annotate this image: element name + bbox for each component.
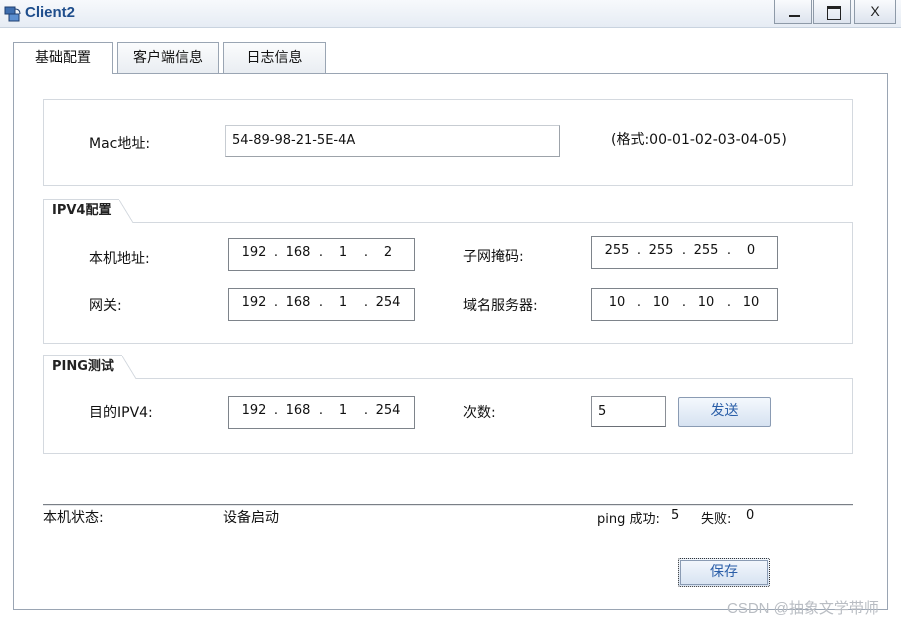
mac-address-input[interactable]: 54-89-98-21-5E-4A xyxy=(225,125,560,157)
dns-label: 域名服务器: xyxy=(463,298,538,314)
ip-octet: 192 xyxy=(241,245,267,260)
window-title: Client2 xyxy=(25,4,76,21)
ip-octet: 10 xyxy=(652,295,670,310)
send-button[interactable]: 发送 xyxy=(678,397,771,427)
save-button[interactable]: 保存 xyxy=(678,558,770,587)
app-icon xyxy=(4,6,21,22)
target-ip-label: 目的IPV4: xyxy=(89,405,153,421)
tab-client-info[interactable]: 客户端信息 xyxy=(117,42,219,73)
watermark: CSDN @抽象文学带师 xyxy=(727,600,879,617)
ip-octet: 255 xyxy=(648,243,674,258)
status-label: 本机状态: xyxy=(43,510,104,526)
ip-octet: 1 xyxy=(338,245,348,260)
count-input[interactable]: 5 xyxy=(591,396,666,427)
maximize-button[interactable] xyxy=(813,0,851,24)
ip-octet: 0 xyxy=(746,243,756,258)
ip-octet: 10 xyxy=(742,295,760,310)
close-button[interactable]: X xyxy=(854,0,896,24)
status-value: 设备启动 xyxy=(223,510,279,526)
gateway-label: 网关: xyxy=(89,298,122,314)
ping-section-title: PING测试 xyxy=(43,355,136,379)
subnet-mask-input[interactable]: 255 . 255 . 255 . 0 xyxy=(591,236,778,269)
host-ip-input[interactable]: 192 . 168 . 1 . 2 xyxy=(228,238,415,271)
minimize-button[interactable] xyxy=(774,0,812,24)
status-divider xyxy=(43,504,853,506)
tab-basic-config[interactable]: 基础配置 xyxy=(13,42,113,74)
ip-octet: 2 xyxy=(383,245,393,260)
ip-octet: 1 xyxy=(338,295,348,310)
count-label: 次数: xyxy=(463,405,496,421)
ping-success-count: 5 xyxy=(671,508,680,523)
ping-fail-count: 0 xyxy=(746,508,755,523)
ip-octet: 10 xyxy=(608,295,626,310)
ip-octet: 192 xyxy=(241,295,267,310)
ip-octet: 10 xyxy=(697,295,715,310)
mac-label: Mac地址: xyxy=(89,136,151,152)
ip-octet: 255 xyxy=(604,243,630,258)
ping-success-label: ping 成功: xyxy=(597,512,660,527)
dns-input[interactable]: 10 . 10 . 10 . 10 xyxy=(591,288,778,321)
ip-octet: 168 xyxy=(285,403,311,418)
ip-octet: 192 xyxy=(241,403,267,418)
ip-octet: 254 xyxy=(375,403,401,418)
ip-octet: 168 xyxy=(285,295,311,310)
target-ip-input[interactable]: 192 . 168 . 1 . 254 xyxy=(228,396,415,429)
ip-octet: 255 xyxy=(693,243,719,258)
ping-fail-label: 失败: xyxy=(701,512,732,527)
ipv4-section-title: IPV4配置 xyxy=(43,199,135,223)
ip-octet: 168 xyxy=(285,245,311,260)
gateway-input[interactable]: 192 . 168 . 1 . 254 xyxy=(228,288,415,321)
tab-log-info[interactable]: 日志信息 xyxy=(223,42,326,73)
ip-octet: 254 xyxy=(375,295,401,310)
ip-octet: 1 xyxy=(338,403,348,418)
host-ip-label: 本机地址: xyxy=(89,251,150,267)
mac-format-hint: (格式:00-01-02-03-04-05) xyxy=(611,132,787,148)
subnet-mask-label: 子网掩码: xyxy=(463,249,524,265)
title-bar: Client2 X xyxy=(0,0,901,28)
